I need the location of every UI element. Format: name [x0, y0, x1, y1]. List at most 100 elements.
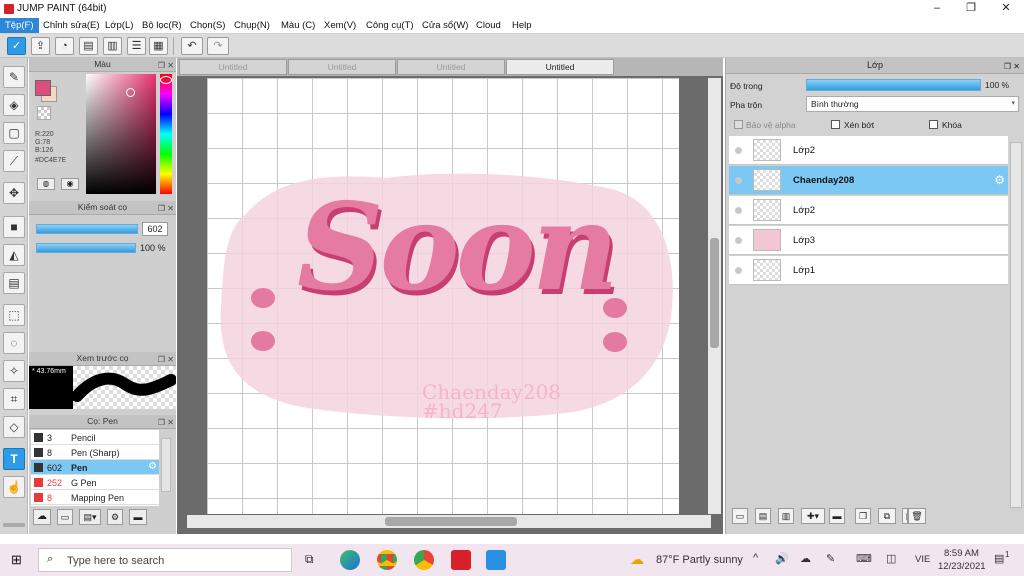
hand-tool-icon[interactable]: ☝: [3, 476, 25, 498]
menu-cloud[interactable]: Cloud: [476, 20, 501, 31]
keyboard-icon[interactable]: ⌨: [856, 552, 872, 565]
brush-tool-icon[interactable]: ⟋: [3, 150, 25, 172]
grid-icon[interactable]: ▦: [149, 37, 168, 55]
brush-folder-icon[interactable]: ▬: [129, 509, 147, 525]
brush-list-scrollbar[interactable]: [161, 438, 171, 492]
bucket-tool-icon[interactable]: ◭: [3, 244, 25, 266]
brush-list-item[interactable]: 252 G Pen: [31, 475, 159, 490]
gear-icon[interactable]: ⚙: [994, 173, 1005, 187]
check-icon[interactable]: ✓: [7, 37, 26, 55]
lock-checkbox[interactable]: [929, 120, 938, 129]
layer-row[interactable]: Lớp3: [729, 226, 1008, 255]
palette-icon[interactable]: ◍: [37, 178, 55, 190]
layer-row[interactable]: Chaenday208 ⚙: [729, 166, 1008, 195]
panel-window-icons[interactable]: ❐ ✕: [158, 353, 174, 366]
tab-untitled-3[interactable]: Untitled: [397, 59, 505, 75]
select-pen-tool-icon[interactable]: ⌗: [3, 388, 25, 410]
brush-add-dropdown-icon[interactable]: ▤▾: [79, 509, 101, 525]
pen-workspace-icon[interactable]: ✎: [826, 552, 835, 565]
menu-filter[interactable]: Bộ lọc(R): [142, 20, 182, 31]
merge-layer-icon[interactable]: ⧉: [878, 508, 896, 524]
close-button[interactable]: ✕: [989, 0, 1023, 18]
horizontal-scroll-thumb[interactable]: [385, 517, 517, 526]
layer-visibility-icon[interactable]: [735, 147, 742, 154]
message-icon[interactable]: ▤: [79, 37, 98, 55]
color-picker-cursor[interactable]: [126, 88, 135, 97]
layer-visibility-icon[interactable]: [735, 177, 742, 184]
minimize-button[interactable]: –: [920, 0, 954, 18]
word-taskbar-icon[interactable]: [486, 550, 506, 570]
tool-scroll-handle[interactable]: [3, 523, 25, 527]
menu-window[interactable]: Cửa sổ(W): [422, 20, 468, 31]
layer-row[interactable]: Lớp2: [729, 196, 1008, 225]
brush-size-input[interactable]: 602: [142, 222, 168, 236]
volume-icon[interactable]: 🔊: [775, 552, 789, 565]
gear-icon[interactable]: ⚙: [148, 461, 157, 472]
chrome-icon-1[interactable]: [377, 550, 397, 570]
tab-untitled-4[interactable]: Untitled: [506, 59, 614, 75]
edge-browser-icon[interactable]: [340, 550, 360, 570]
transparent-color-swatch[interactable]: [37, 106, 51, 120]
menu-capture[interactable]: Chụp(N): [234, 20, 270, 31]
vertical-scroll-thumb[interactable]: [710, 238, 719, 348]
layer-visibility-icon[interactable]: [735, 267, 742, 274]
chrome-icon-2[interactable]: [414, 550, 434, 570]
clipping-checkbox[interactable]: [831, 120, 840, 129]
panel-window-icons[interactable]: ❐ ✕: [158, 59, 174, 72]
clock-time[interactable]: 8:59 AM: [944, 548, 979, 559]
brush-download-icon[interactable]: ☁: [33, 509, 51, 525]
eraser-tool-icon[interactable]: ◈: [3, 94, 25, 116]
clock-date[interactable]: 12/23/2021: [938, 561, 986, 572]
hue-slider-handle[interactable]: [160, 76, 172, 84]
input-language[interactable]: VIE: [915, 554, 930, 565]
canvas-horizontal-scrollbar[interactable]: [187, 515, 711, 528]
new-raster-layer-icon[interactable]: ▤: [755, 508, 771, 524]
list-icon[interactable]: ☰: [127, 37, 146, 55]
share-icon[interactable]: ⇪: [31, 37, 50, 55]
menu-layer[interactable]: Lớp(L): [105, 20, 133, 31]
canvas-vertical-scrollbar[interactable]: [708, 78, 721, 514]
comment-icon[interactable]: ◔: [55, 37, 74, 55]
tab-untitled-1[interactable]: Untitled: [179, 59, 287, 75]
notification-icon[interactable]: ▤: [994, 552, 1004, 565]
rectangle-tool-icon[interactable]: ▢: [3, 122, 25, 144]
fill-rect-tool-icon[interactable]: ■: [3, 216, 25, 238]
tab-untitled-2[interactable]: Untitled: [288, 59, 396, 75]
menu-tools[interactable]: Công cụ(T): [366, 20, 414, 31]
menu-edit[interactable]: Chỉnh sửa(E): [43, 20, 100, 31]
select-eraser-tool-icon[interactable]: ◇: [3, 416, 25, 438]
add-layer-dropdown-icon[interactable]: ✚▾: [801, 508, 825, 524]
gradient-tool-icon[interactable]: ▤: [3, 272, 25, 294]
duplicate-layer-icon[interactable]: ❐: [855, 508, 871, 524]
text-tool-icon[interactable]: T: [3, 448, 25, 470]
redo-icon[interactable]: ↷: [207, 37, 229, 55]
windows-start-icon[interactable]: ⊞: [11, 553, 22, 566]
select-rect-tool-icon[interactable]: ⬚: [3, 304, 25, 326]
layer-opacity-slider[interactable]: [806, 79, 981, 91]
brush-size-slider[interactable]: [36, 224, 138, 234]
weather-text[interactable]: 87°F Partly sunny: [656, 554, 743, 566]
taskbar-search-box[interactable]: ⌕ Type here to search: [38, 548, 292, 572]
blend-mode-select[interactable]: Bình thường ▾: [806, 96, 1019, 112]
primary-color-swatch[interactable]: [35, 80, 51, 96]
layer-visibility-icon[interactable]: [735, 237, 742, 244]
menu-view[interactable]: Xem(V): [324, 20, 356, 31]
new-vector-layer-icon[interactable]: ▥: [778, 508, 794, 524]
layer-list-scrollbar[interactable]: [1010, 142, 1022, 508]
layer-row[interactable]: Lớp2: [729, 136, 1008, 165]
jump-paint-taskbar-icon[interactable]: [451, 550, 471, 570]
color-picker-square[interactable]: [86, 74, 156, 194]
layer-row[interactable]: Lớp1: [729, 256, 1008, 285]
brush-list-item[interactable]: 3 Pencil: [31, 430, 159, 445]
protect-alpha-checkbox[interactable]: [734, 120, 743, 129]
network-icon[interactable]: ◫: [886, 552, 896, 565]
onedrive-icon[interactable]: ☁: [800, 552, 811, 565]
delete-layer-icon[interactable]: 🗑: [908, 508, 926, 524]
menu-select[interactable]: Chọn(S): [190, 20, 225, 31]
layer-visibility-icon[interactable]: [735, 207, 742, 214]
brush-settings-icon[interactable]: ⚙: [107, 509, 123, 525]
brush-new-icon[interactable]: ▭: [57, 509, 73, 525]
document-icon[interactable]: ▥: [103, 37, 122, 55]
drawing-canvas[interactable]: Soon Chaenday208 #hd247: [207, 78, 679, 514]
menu-color[interactable]: Màu (C): [281, 20, 315, 31]
